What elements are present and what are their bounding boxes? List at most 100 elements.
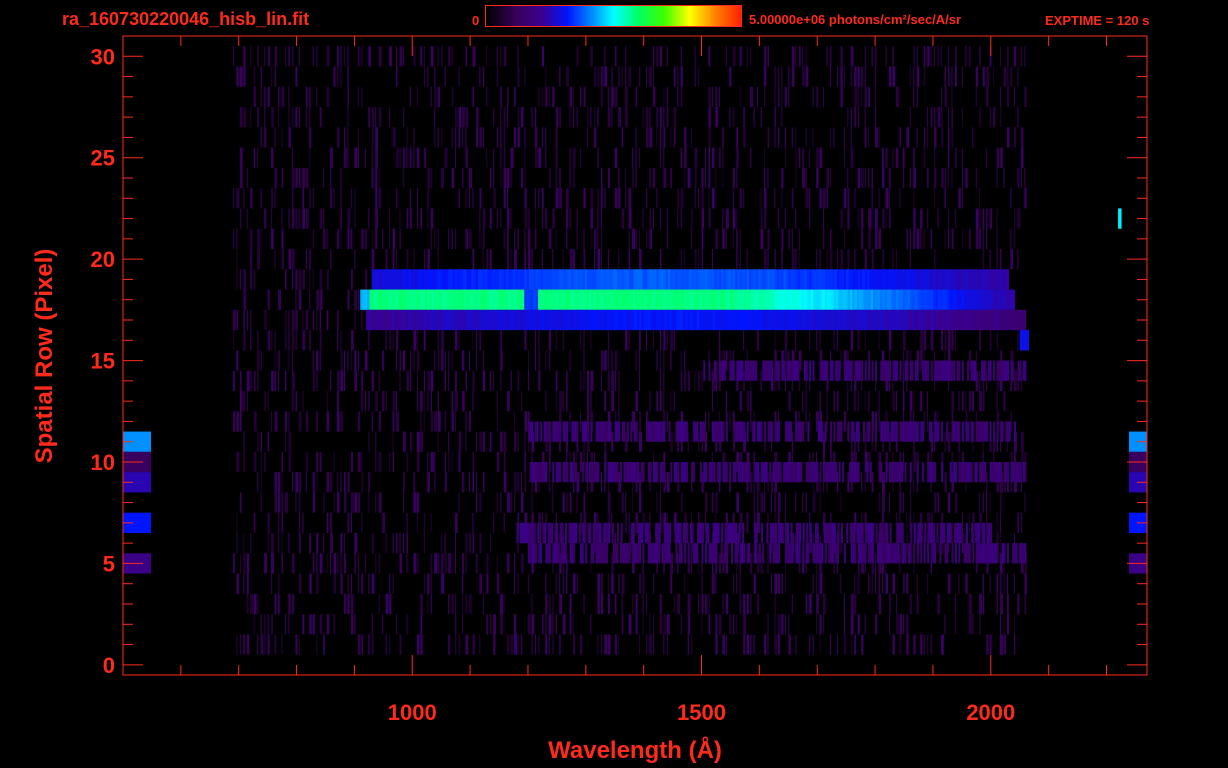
noise-pixel xyxy=(455,533,457,554)
band-pixel xyxy=(630,522,633,544)
noise-pixel xyxy=(437,553,440,574)
band-pixel xyxy=(623,543,626,564)
noise-pixel xyxy=(340,330,342,351)
band-pixel xyxy=(802,421,805,442)
noise-pixel xyxy=(843,614,846,635)
noise-pixel xyxy=(927,208,929,229)
noise-pixel xyxy=(708,614,711,635)
band-pixel xyxy=(599,522,602,544)
noise-pixel xyxy=(527,249,531,270)
noise-pixel xyxy=(371,147,373,168)
noise-pixel xyxy=(663,127,666,148)
noise-pixel xyxy=(659,614,662,635)
band-pixel xyxy=(858,522,861,544)
band-pixel xyxy=(967,462,970,483)
noise-pixel xyxy=(444,451,446,473)
noise-pixel xyxy=(298,573,302,594)
noise-pixel xyxy=(455,614,457,635)
band-pixel xyxy=(1020,543,1023,564)
band-pixel xyxy=(573,421,576,442)
noise-pixel xyxy=(843,188,847,209)
band-pixel xyxy=(819,360,822,381)
noise-pixel xyxy=(423,573,425,594)
noise-pixel xyxy=(302,269,306,290)
noise-pixel xyxy=(732,573,734,594)
band-pixel xyxy=(795,543,798,564)
noise-pixel xyxy=(850,107,852,128)
noise-pixel xyxy=(521,553,524,574)
noise-pixel xyxy=(295,66,298,87)
noise-pixel xyxy=(628,66,632,87)
noise-pixel xyxy=(826,249,828,270)
noise-pixel xyxy=(368,107,370,128)
noise-pixel xyxy=(232,46,234,67)
noise-pixel xyxy=(847,208,850,229)
noise-pixel xyxy=(333,188,335,209)
noise-pixel xyxy=(448,634,451,655)
noise-pixel xyxy=(802,167,805,189)
noise-pixel xyxy=(666,634,668,655)
noise-pixel xyxy=(1020,127,1024,148)
noise-pixel xyxy=(472,188,474,209)
band-pixel xyxy=(944,543,947,564)
noise-pixel xyxy=(656,391,658,412)
noise-pixel xyxy=(902,350,905,371)
noise-pixel xyxy=(465,107,469,128)
noise-pixel xyxy=(840,86,844,107)
band-pixel xyxy=(895,360,898,381)
noise-pixel xyxy=(396,533,398,554)
band-pixel xyxy=(827,522,830,544)
band-pixel xyxy=(812,543,815,564)
noise-pixel xyxy=(694,66,696,87)
noise-pixel xyxy=(666,46,668,67)
band-pixel xyxy=(828,543,831,564)
noise-pixel xyxy=(347,46,349,67)
noise-pixel xyxy=(673,330,675,351)
noise-pixel xyxy=(680,614,682,635)
noise-pixel xyxy=(600,167,603,189)
band-pixel xyxy=(958,543,961,564)
noise-pixel xyxy=(486,46,488,67)
noise-pixel xyxy=(774,330,776,351)
noise-pixel xyxy=(691,208,693,229)
noise-pixel xyxy=(607,107,611,128)
noise-pixel xyxy=(993,107,996,128)
noise-pixel xyxy=(312,472,315,493)
noise-pixel xyxy=(708,147,711,168)
noise-pixel xyxy=(701,188,704,209)
noise-pixel xyxy=(416,208,418,229)
noise-pixel xyxy=(357,451,361,473)
noise-pixel xyxy=(781,107,783,128)
noise-pixel xyxy=(583,86,586,107)
noise-pixel xyxy=(434,66,436,87)
band-pixel xyxy=(760,421,763,442)
noise-pixel xyxy=(257,147,259,168)
band-pixel xyxy=(783,360,786,381)
band-pixel xyxy=(852,543,855,564)
noise-pixel xyxy=(482,472,485,493)
noise-pixel xyxy=(666,330,668,351)
noise-pixel xyxy=(909,391,913,412)
noise-pixel xyxy=(330,533,333,554)
band-pixel xyxy=(722,421,725,442)
noise-pixel xyxy=(243,309,245,331)
band-pixel xyxy=(817,421,820,442)
band-pixel xyxy=(991,543,994,564)
noise-pixel xyxy=(920,330,924,351)
noise-pixel xyxy=(951,107,953,128)
noise-pixel xyxy=(409,350,411,371)
noise-pixel xyxy=(947,228,949,249)
band-pixel xyxy=(984,421,987,442)
noise-pixel xyxy=(715,86,718,107)
band-pixel xyxy=(764,462,767,483)
noise-pixel xyxy=(569,411,571,432)
noise-pixel xyxy=(583,228,585,249)
noise-pixel xyxy=(375,492,377,513)
noise-pixel xyxy=(375,553,377,574)
noise-pixel xyxy=(493,634,496,655)
noise-pixel xyxy=(663,107,665,128)
noise-pixel xyxy=(809,188,811,209)
noise-pixel xyxy=(597,107,599,128)
noise-pixel xyxy=(333,492,335,513)
noise-pixel xyxy=(708,411,710,432)
